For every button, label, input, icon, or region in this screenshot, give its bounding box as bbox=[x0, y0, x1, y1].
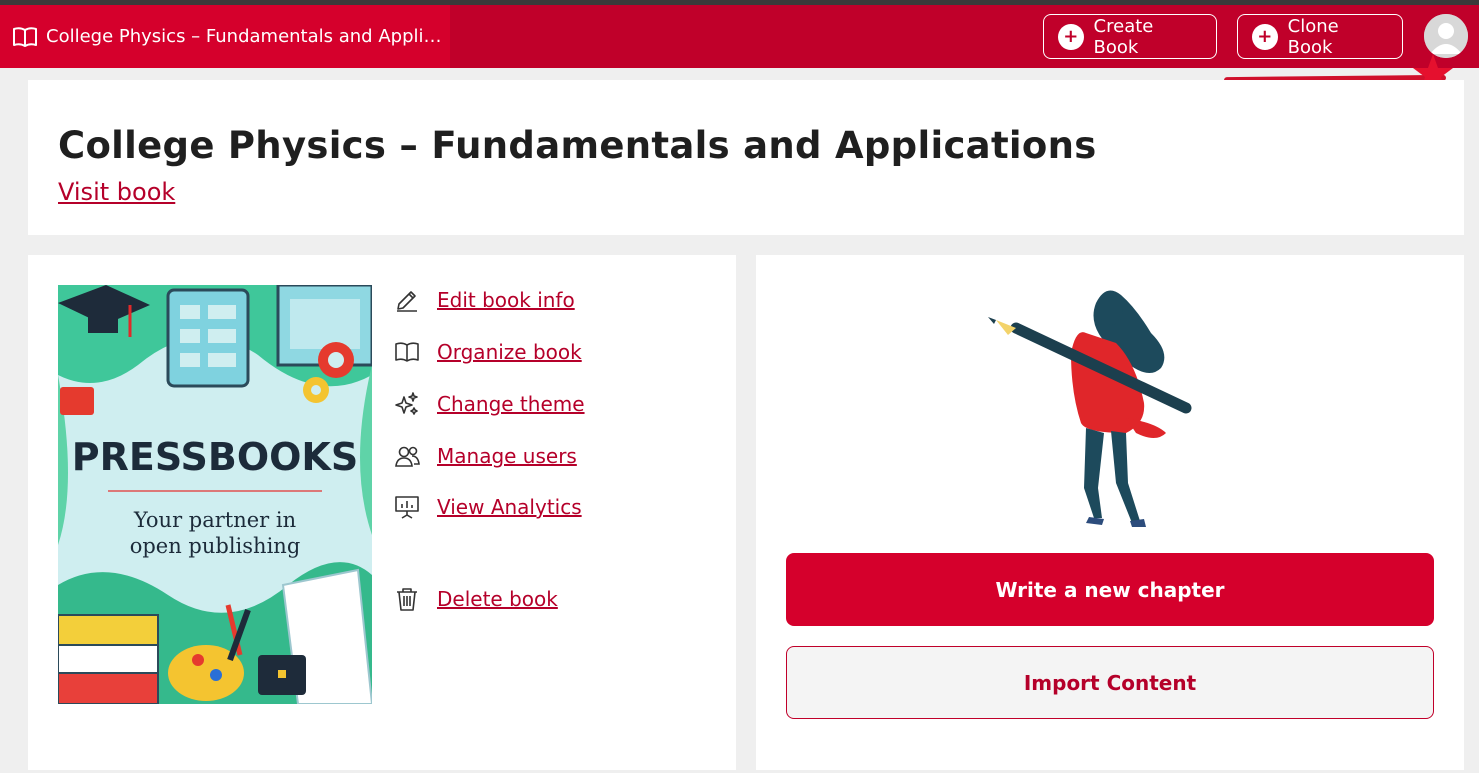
pencil-edit-icon bbox=[393, 286, 421, 314]
change-theme-link[interactable]: Change theme bbox=[437, 392, 585, 416]
clone-book-label: Clone Book bbox=[1287, 15, 1339, 58]
manage-users-action[interactable]: Manage users bbox=[393, 442, 577, 470]
analytics-board-icon bbox=[393, 493, 421, 521]
trash-icon bbox=[393, 585, 421, 613]
book-title-card: College Physics – Fundamentals and Appli… bbox=[28, 80, 1464, 235]
writing-card: Write a new chapter Import Content bbox=[756, 255, 1464, 770]
plus-circle-icon: + bbox=[1058, 23, 1084, 50]
open-book-icon bbox=[12, 24, 38, 50]
create-book-label: Create Book bbox=[1093, 15, 1154, 58]
create-book-button[interactable]: + Create Book bbox=[1043, 14, 1217, 59]
users-icon bbox=[393, 442, 421, 470]
cover-tagline-line2: open publishing bbox=[130, 534, 301, 558]
admin-top-bar: College Physics – Fundamentals and Appli… bbox=[0, 5, 1479, 68]
cover-tagline-line1: Your partner in bbox=[133, 508, 296, 532]
cover-brand-text: PRESSBOOKS bbox=[72, 435, 358, 479]
view-analytics-link[interactable]: View Analytics bbox=[437, 495, 582, 519]
organize-book-link[interactable]: Organize book bbox=[437, 340, 582, 364]
visit-book-link[interactable]: Visit book bbox=[58, 178, 175, 206]
write-new-chapter-button[interactable]: Write a new chapter bbox=[786, 553, 1434, 626]
clone-plus-icon: + bbox=[1252, 23, 1278, 50]
delete-book-action[interactable]: Delete book bbox=[393, 585, 558, 613]
view-analytics-action[interactable]: View Analytics bbox=[393, 493, 582, 521]
clone-book-button[interactable]: + Clone Book bbox=[1237, 14, 1403, 59]
manage-users-link[interactable]: Manage users bbox=[437, 444, 577, 468]
edit-book-info-link[interactable]: Edit book info bbox=[437, 288, 575, 312]
site-name-tab[interactable]: College Physics – Fundamentals and Appli… bbox=[0, 5, 450, 68]
change-theme-action[interactable]: Change theme bbox=[393, 390, 585, 418]
writer-with-pencil-illustration bbox=[986, 283, 1226, 533]
book-cover-image: PRESSBOOKS Your partner in open publishi… bbox=[58, 285, 372, 704]
edit-book-info-action[interactable]: Edit book info bbox=[393, 286, 575, 314]
page-title: College Physics – Fundamentals and Appli… bbox=[58, 124, 1097, 167]
delete-book-link[interactable]: Delete book bbox=[437, 587, 558, 611]
open-book-icon bbox=[393, 338, 421, 366]
book-actions-card: PRESSBOOKS Your partner in open publishi… bbox=[28, 255, 736, 770]
import-content-button[interactable]: Import Content bbox=[786, 646, 1434, 719]
organize-book-action[interactable]: Organize book bbox=[393, 338, 582, 366]
sparkles-icon bbox=[393, 390, 421, 418]
site-title: College Physics – Fundamentals and Appli… bbox=[46, 26, 442, 47]
